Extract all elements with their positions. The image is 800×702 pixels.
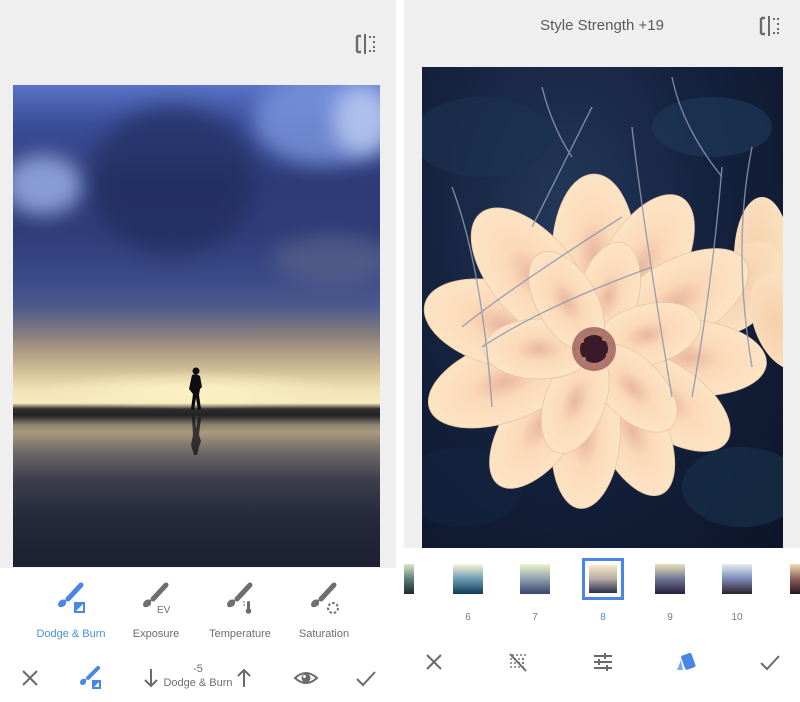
brush-temperature-icon (227, 582, 253, 614)
tool-exposure[interactable]: EV Exposure (110, 578, 202, 640)
filter-number: 10 (731, 612, 743, 623)
sliders-icon[interactable] (589, 648, 617, 676)
filter-number: 6 (465, 612, 471, 623)
close-icon[interactable] (420, 648, 448, 676)
compare-split-icon[interactable] (758, 16, 780, 36)
tool-label: Temperature (209, 628, 271, 640)
person-silhouette (189, 367, 202, 410)
compare-split-icon[interactable] (354, 34, 376, 54)
tool-temperature[interactable]: Temperature (194, 578, 286, 640)
filter-thumbnail-7[interactable] (520, 564, 550, 594)
tool-label: Exposure (132, 628, 180, 640)
brush-saturation-icon (311, 582, 339, 614)
filter-number-selected: 8 (600, 612, 606, 623)
brush-tool-selector: Dodge & Burn EV Exposure Temperature Sat… (0, 578, 396, 650)
flower-illustration (422, 76, 783, 527)
filter-number: 9 (667, 612, 673, 623)
svg-text:EV: EV (157, 605, 171, 616)
style-cards-icon[interactable] (672, 648, 700, 676)
flower-photo[interactable] (422, 67, 783, 548)
adjustment-value: -5 (193, 663, 203, 675)
filter-thumbnail-6[interactable] (453, 564, 483, 594)
brush-dodge-burn-icon (58, 582, 85, 613)
tool-label: Dodge & Burn (36, 628, 106, 640)
tool-label: Saturation (298, 628, 350, 640)
style-editor-panel: Style Strength +19 6 7 8 9 10 (404, 0, 800, 702)
style-filter-strip[interactable]: 6 7 8 9 10 (404, 558, 800, 624)
brush-action-bar: -5 Dodge & Burn (0, 660, 396, 696)
filter-number: 7 (532, 612, 538, 623)
brush-dodge-burn-icon[interactable] (76, 664, 104, 692)
brush-exposure-ev-icon: EV (143, 582, 171, 616)
tool-saturation[interactable]: Saturation (278, 578, 370, 640)
style-strength-title: Style Strength +19 (540, 17, 664, 34)
filter-thumbnail-9[interactable] (655, 564, 685, 594)
brush-editor-panel: Dodge & Burn EV Exposure Temperature Sat… (0, 0, 396, 702)
eye-icon[interactable] (292, 664, 320, 692)
beach-photo[interactable] (13, 85, 380, 567)
style-action-bar (404, 644, 800, 680)
adjustment-label: Dodge & Burn (163, 677, 233, 689)
close-icon[interactable] (16, 664, 44, 692)
tool-dodge-burn[interactable]: Dodge & Burn (25, 578, 117, 640)
checkmark-icon[interactable] (756, 648, 784, 676)
person-reflection (191, 417, 201, 455)
filter-thumbnail-8-selected[interactable] (582, 558, 624, 600)
adjustment-readout: -5 Dodge & Burn (160, 662, 236, 690)
filter-thumbnail-11[interactable] (790, 564, 800, 594)
checkmark-icon[interactable] (352, 664, 380, 692)
arrow-up-icon[interactable] (230, 664, 258, 692)
filter-thumbnail-5[interactable] (404, 564, 414, 594)
filter-thumbnail-10[interactable] (722, 564, 752, 594)
brush-disabled-icon[interactable] (504, 648, 532, 676)
